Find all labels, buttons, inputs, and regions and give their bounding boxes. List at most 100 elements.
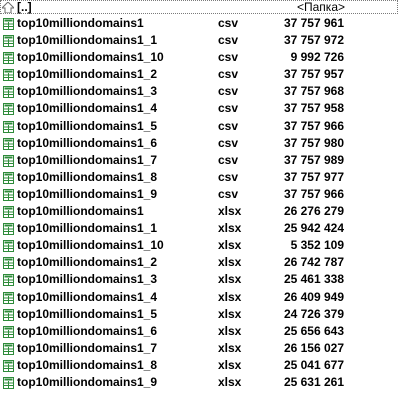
file-extension: csv [218,67,239,82]
spreadsheet-file-icon [3,359,14,372]
file-size: 26 276 279 [283,204,344,219]
file-row[interactable]: top10milliondomains1_1 xlsx 25 942 424 [0,220,400,237]
spreadsheet-file-icon [3,274,14,287]
file-row[interactable]: top10milliondomains1_4 csv 37 757 958 [0,100,400,117]
file-row[interactable]: top10milliondomains1 csv 37 757 961 [0,15,400,32]
spreadsheet-file-icon [3,291,14,304]
file-row[interactable]: top10milliondomains1_5 xlsx 24 726 379 [0,306,400,323]
file-row[interactable]: top10milliondomains1_8 xlsx 25 041 677 [0,357,400,374]
file-size: 25 461 338 [283,272,344,287]
file-extension: xlsx [218,272,242,287]
file-extension: xlsx [218,323,242,338]
spreadsheet-file-icon [3,171,14,184]
file-size: 37 757 961 [283,16,344,30]
file-extension: xlsx [218,204,242,219]
file-size: 26 742 787 [283,255,344,270]
file-name: top10milliondomains1_10 [17,50,164,65]
file-extension: csv [218,84,239,99]
parent-folder-row[interactable]: [..] <Папка> [0,0,398,14]
parent-folder-type: <Папка> [297,0,345,14]
spreadsheet-file-icon [3,257,14,270]
file-size: 24 726 379 [283,306,344,321]
spreadsheet-file-icon [3,86,14,99]
file-name: top10milliondomains1_5 [17,306,158,321]
file-row[interactable]: top10milliondomains1_6 csv 37 757 980 [0,135,400,152]
file-size: 26 409 949 [283,289,344,304]
file-extension: csv [218,118,239,133]
file-size: 37 757 989 [283,152,344,167]
spreadsheet-file-icon [3,69,14,82]
spreadsheet-file-icon [3,325,14,338]
file-extension: csv [218,135,239,150]
file-rows: top10milliondomains1 csv 37 757 961 top10mi… [0,15,400,391]
file-row[interactable]: top10milliondomains1_9 csv 37 757 966 [0,186,400,203]
spreadsheet-file-icon [3,18,14,30]
spreadsheet-file-icon [3,154,14,167]
file-name: top10milliondomains1_5 [17,118,158,133]
file-name: top10milliondomains1 [17,204,144,219]
file-size: 37 757 958 [283,101,344,116]
file-size: 25 942 424 [283,221,344,236]
file-row[interactable]: top10milliondomains1_7 xlsx 26 156 027 [0,340,400,357]
spreadsheet-file-icon [3,342,14,355]
file-name: top10milliondomains1_7 [17,340,158,355]
file-row[interactable]: top10milliondomains1 xlsx 26 276 279 [0,203,400,220]
file-row[interactable]: top10milliondomains1_8 csv 37 757 977 [0,169,400,186]
spreadsheet-file-icon [3,188,14,201]
file-name: top10milliondomains1_3 [17,272,158,287]
file-row[interactable]: top10milliondomains1_5 csv 37 757 966 [0,118,400,135]
file-extension: csv [218,50,239,65]
file-row[interactable]: top10milliondomains1_10 xlsx 5 352 109 [0,237,400,254]
file-extension: csv [218,152,239,167]
spreadsheet-file-icon [3,120,14,133]
file-size: 37 757 977 [283,169,344,184]
file-size: 5 352 109 [290,238,344,253]
file-name: top10milliondomains1_4 [17,101,158,116]
file-extension: csv [218,186,239,201]
spreadsheet-file-icon [3,137,14,150]
file-size: 37 757 968 [283,84,344,99]
file-row[interactable]: top10milliondomains1_9 xlsx 25 631 261 [0,374,400,391]
file-extension: xlsx [218,357,242,372]
file-extension: xlsx [218,374,242,389]
file-name: top10milliondomains1_6 [17,323,158,338]
spreadsheet-file-icon [3,206,14,219]
parent-folder-label: [..] [17,0,32,14]
file-name: top10milliondomains1_3 [17,84,158,99]
file-extension: csv [218,16,239,30]
file-name: top10milliondomains1_8 [17,169,158,184]
file-extension: xlsx [218,255,242,270]
parent-folder-row-container: [..] <Папка> [0,0,400,14]
file-size: 26 156 027 [283,340,344,355]
file-size: 25 631 261 [283,374,344,389]
file-extension: csv [218,169,239,184]
file-row[interactable]: top10milliondomains1_7 csv 37 757 989 [0,152,400,169]
file-name: top10milliondomains1_10 [17,238,164,253]
file-size: 37 757 957 [283,67,344,82]
file-size: 25 656 643 [283,323,344,338]
file-name: top10milliondomains1_8 [17,357,158,372]
file-name: top10milliondomains1_1 [17,33,158,48]
file-row[interactable]: top10milliondomains1_4 xlsx 26 409 949 [0,289,400,306]
spreadsheet-file-icon [3,376,14,389]
file-row[interactable]: top10milliondomains1_6 xlsx 25 656 643 [0,323,400,340]
file-list-panel: [..] <Папка> top10milliondomains1 csv 37 7… [0,0,400,408]
file-row[interactable]: top10milliondomains1_10 csv 9 992 726 [0,49,400,66]
spreadsheet-file-icon [3,223,14,236]
file-name: top10milliondomains1_1 [17,221,158,236]
spreadsheet-file-icon [3,240,14,253]
file-name: top10milliondomains1_9 [17,186,158,201]
file-size: 37 757 972 [283,33,344,48]
file-extension: xlsx [218,306,242,321]
file-row[interactable]: top10milliondomains1_2 csv 37 757 957 [0,66,400,83]
file-row[interactable]: top10milliondomains1_2 xlsx 26 742 787 [0,254,400,271]
file-row[interactable]: top10milliondomains1_3 xlsx 25 461 338 [0,271,400,288]
file-extension: csv [218,33,239,48]
spreadsheet-file-icon [3,308,14,321]
spreadsheet-file-icon [3,52,14,65]
file-row[interactable]: top10milliondomains1_3 csv 37 757 968 [0,83,400,100]
file-row[interactable]: top10milliondomains1_1 csv 37 757 972 [0,32,400,49]
file-name: top10milliondomains1_4 [17,289,158,304]
file-size: 37 757 980 [283,135,344,150]
file-name: top10milliondomains1_2 [17,255,158,270]
